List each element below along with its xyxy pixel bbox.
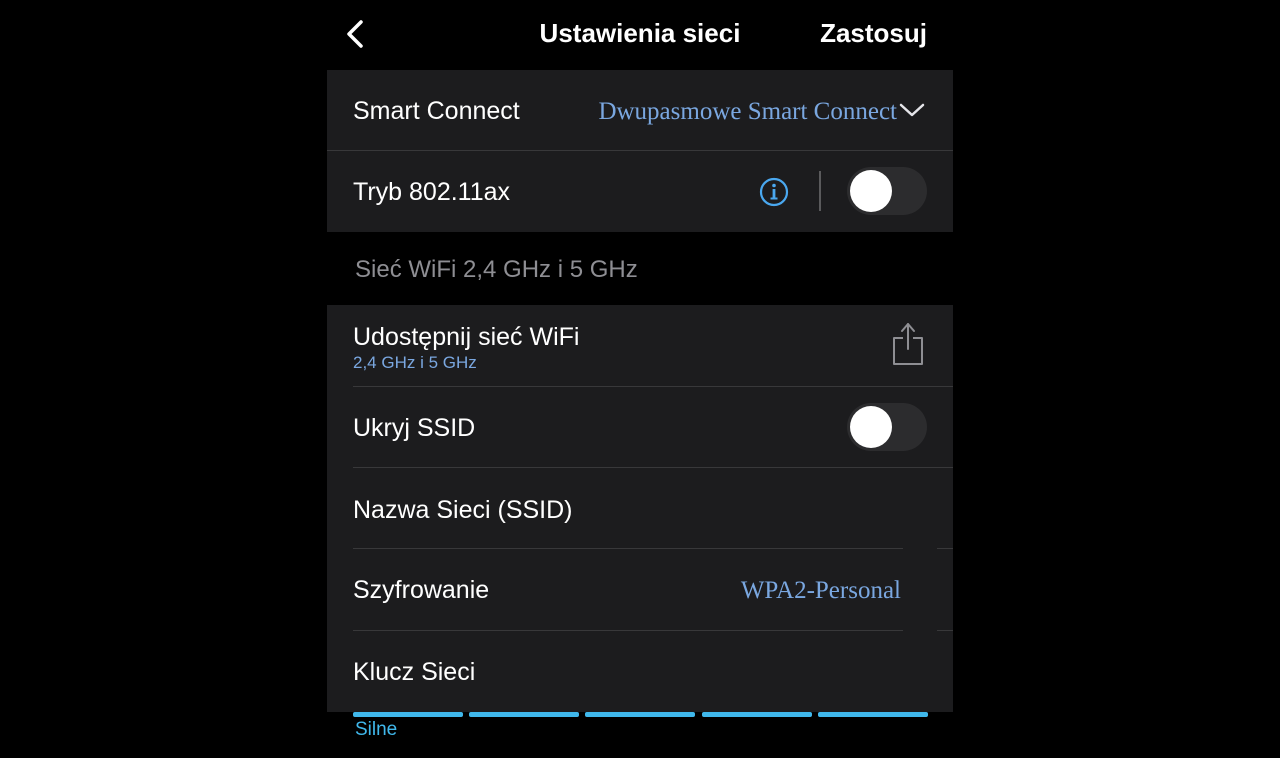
ax-mode-row: Tryb 802.11ax [327,151,953,232]
hide-ssid-row: Ukryj SSID [327,387,953,468]
hide-ssid-toggle[interactable] [847,403,927,451]
chevron-down-icon[interactable] [899,100,925,120]
share-wifi-label: Udostępnij sieć WiFi [353,323,580,351]
apply-button[interactable]: Zastosuj [820,18,927,49]
toggle-knob [850,406,892,448]
ssid-label: Nazwa Sieci (SSID) [353,496,573,524]
strength-segment [818,712,928,717]
strength-segment [702,712,812,717]
encryption-label: Szyfrowanie [353,576,490,604]
password-strength-label: Silne [355,719,398,740]
ax-mode-toggle[interactable] [847,167,927,215]
network-key-row[interactable]: Klucz Sieci [327,631,953,712]
share-wifi-row[interactable]: Udostępnij sieć WiFi 2,4 GHz i 5 GHz [327,305,953,386]
strength-segment [469,712,579,717]
vertical-divider [819,171,821,211]
password-strength-meter [353,712,929,717]
toggle-knob [850,170,892,212]
network-key-label: Klucz Sieci [353,658,476,686]
strength-segment [585,712,695,717]
network-settings-screen: Ustawienia sieci Zastosuj Smart Connect … [327,0,953,758]
nav-bar: Ustawienia sieci Zastosuj [327,0,953,70]
smart-connect-value[interactable]: Dwupasmowe Smart Connect [598,98,897,126]
share-wifi-sublabel: 2,4 GHz i 5 GHz [353,353,477,372]
section-header: Sieć WiFi 2,4 GHz i 5 GHz [355,256,638,283]
encryption-row[interactable]: Szyfrowanie WPA2-Personal [327,549,953,630]
ax-mode-label: Tryb 802.11ax [353,178,511,206]
info-icon[interactable] [759,177,789,207]
smart-connect-label: Smart Connect [353,97,520,125]
encryption-value[interactable]: WPA2-Personal [741,577,901,605]
hide-ssid-label: Ukryj SSID [353,414,476,442]
smart-connect-group: Smart Connect Dwupasmowe Smart Connect T… [327,70,953,232]
ssid-row[interactable]: Nazwa Sieci (SSID) [327,468,953,549]
strength-segment [353,712,463,717]
wifi-network-group: Udostępnij sieć WiFi 2,4 GHz i 5 GHz Ukr… [327,305,953,712]
share-icon[interactable] [891,321,925,367]
smart-connect-row[interactable]: Smart Connect Dwupasmowe Smart Connect [327,70,953,151]
